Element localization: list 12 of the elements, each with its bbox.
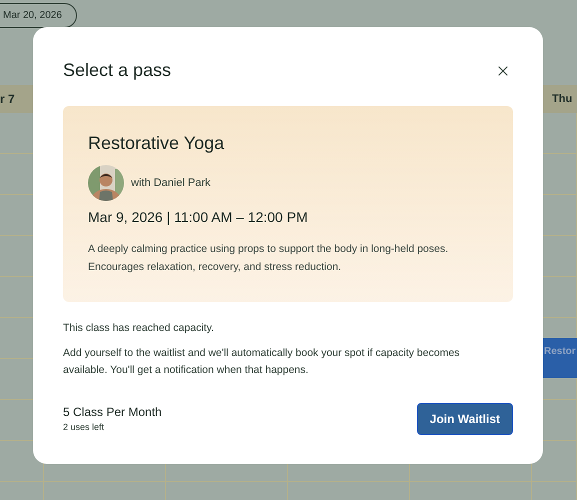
join-waitlist-button[interactable]: Join Waitlist [416,402,513,435]
day-header: Thu [552,92,572,107]
waitlist-message: Add yourself to the waitlist and we'll automatically book your spot if capacity becomes available. You'll get a notification when that happens. [63,346,461,378]
uses-left: 2 uses left [63,421,106,434]
instructor-name: with Daniel Park [131,176,210,191]
class-description: A deeply calming practice using props to support the body in long-held poses. Encourages relaxation, recovery, and stress reduction. [88,242,450,275]
day-header: r 7 [0,91,15,108]
capacity-notice: This class has reached capacity. [63,321,215,336]
class-name: Restorative Yoga [88,132,226,155]
dialog-title: Select a pass [63,59,172,82]
class-schedule: Mar 9, 2026 | 11:00 AM – 12:00 PM [88,208,309,227]
pass-name: 5 Class Per Month [63,404,162,421]
